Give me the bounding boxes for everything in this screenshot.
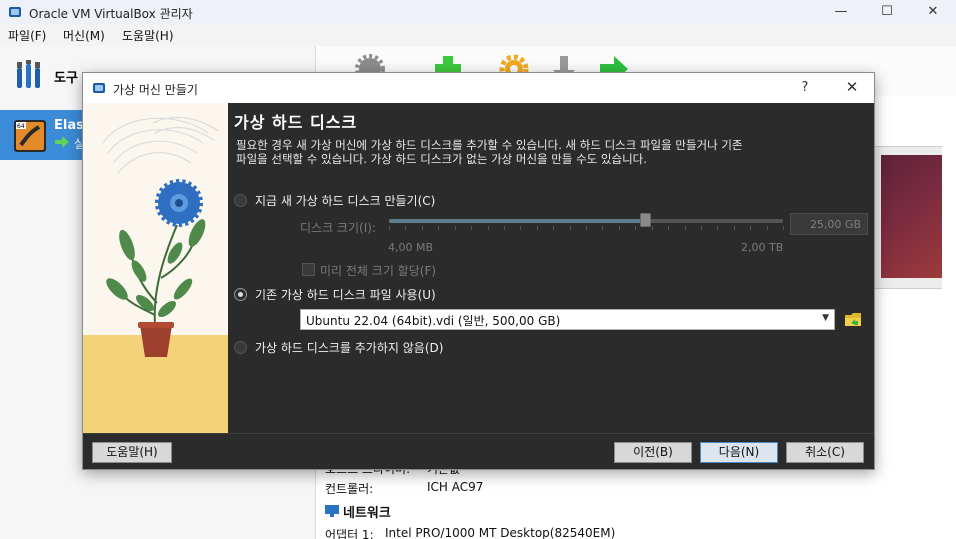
controller-value: ICH AC97 (427, 480, 484, 494)
slider-tick (635, 226, 637, 230)
disk-size-label: 디스크 크기(I): (300, 221, 376, 235)
wizard-illustration (83, 103, 228, 433)
footer-divider (83, 433, 874, 434)
create-vm-dialog: 가상 머신 만들기 ? ✕ 가상 하드 디스크 필요한 경우 새 가상 머신에 … (82, 72, 875, 470)
dialog-title-bar: 가상 머신 만들기 ? ✕ (83, 73, 874, 103)
slider-tick (766, 226, 768, 230)
svg-text:64: 64 (17, 123, 25, 130)
network-heading: 네트워크 (343, 506, 391, 521)
slider-tick (651, 226, 653, 230)
title-bar: Oracle VM VirtualBox 관리자 — ☐ ✕ (0, 0, 956, 24)
slider-tick (700, 226, 702, 230)
adapter-label: 어댑터 1: (325, 528, 374, 539)
dialog-body: 가상 하드 디스크 필요한 경우 새 가상 머신에 가상 하드 디스크를 추가할… (83, 103, 874, 469)
chevron-down-icon: ▼ (822, 313, 829, 323)
choose-disk-folder-icon[interactable] (844, 310, 862, 328)
window-title: Oracle VM VirtualBox 관리자 (29, 7, 193, 21)
back-button[interactable]: 이전(B) (614, 442, 692, 463)
dialog-title: 가상 머신 만들기 (113, 83, 198, 97)
slider-tick (569, 226, 571, 230)
slider-tick (783, 226, 784, 230)
next-button[interactable]: 다음(N) (700, 442, 778, 463)
close-window-button[interactable]: ✕ (910, 0, 956, 24)
slider-tick (602, 226, 604, 230)
virtualbox-logo-icon (9, 7, 21, 17)
running-arrow-icon (55, 136, 69, 148)
minimize-button[interactable]: — (818, 0, 864, 24)
slider-tick (717, 226, 719, 230)
disk-size-slider-handle[interactable] (640, 213, 652, 227)
virtualbox-logo-icon (93, 83, 105, 93)
disk-size-slider-fill (389, 219, 646, 223)
create-new-disk-radio[interactable] (234, 194, 247, 207)
no-disk-radio[interactable] (234, 341, 247, 354)
slider-tick (421, 226, 423, 230)
create-new-disk-label[interactable]: 지금 새 가상 하드 디스크 만들기(C) (255, 192, 435, 209)
use-existing-disk-label[interactable]: 기존 가상 하드 디스크 파일 사용(U) (255, 286, 436, 303)
slider-tick (438, 226, 440, 230)
flower-pot-image (83, 103, 228, 433)
menu-bar: 파일(F) 머신(M) 도움말(H) (0, 24, 956, 46)
vm-name: Elas (54, 118, 84, 133)
slider-tick (503, 226, 505, 230)
network-icon (325, 505, 339, 517)
slider-tick (684, 226, 686, 230)
tools-icon (17, 60, 40, 88)
preallocate-checkbox[interactable] (302, 263, 315, 276)
help-button[interactable]: 도움말(H) (92, 442, 172, 463)
slider-tick (586, 226, 587, 230)
menu-file[interactable]: 파일(F) (8, 27, 46, 44)
slider-tick (405, 226, 407, 230)
slider-tick (536, 226, 538, 230)
slider-tick (618, 226, 620, 230)
tools-label: 도구 (54, 71, 78, 86)
dialog-help-button[interactable]: ? (795, 80, 815, 95)
preallocate-label: 미리 전체 크기 할당(F) (320, 264, 437, 278)
ubuntu-64-vm-icon: 64 (14, 120, 46, 152)
page-title: 가상 하드 디스크 (234, 113, 358, 132)
size-min-label: 4,00 MB (388, 241, 434, 254)
menu-machine[interactable]: 머신(M) (63, 27, 105, 44)
slider-tick (553, 226, 555, 230)
vm-preview (874, 146, 942, 289)
preview-screen (881, 155, 942, 278)
disk-size-slider[interactable] (389, 219, 783, 223)
slider-tick (750, 226, 752, 230)
controller-label: 컨트롤러: (325, 482, 374, 496)
maximize-button[interactable]: ☐ (864, 0, 910, 24)
page-description: 필요한 경우 새 가상 머신에 가상 하드 디스크를 추가할 수 있습니다. 새… (236, 138, 743, 166)
slider-tick (733, 226, 735, 230)
slider-tick (668, 226, 670, 230)
slider-tick (520, 226, 522, 230)
existing-disk-value: Ubuntu 22.04 (64bit).vdi (일반, 500,00 GB) (306, 314, 561, 328)
no-disk-label[interactable]: 가상 하드 디스크를 추가하지 않음(D) (255, 339, 443, 356)
dialog-close-button[interactable]: ✕ (840, 78, 864, 96)
existing-disk-select[interactable]: Ubuntu 22.04 (64bit).vdi (일반, 500,00 GB)… (300, 309, 835, 330)
adapter-value: Intel PRO/1000 MT Desktop(82540EM) (385, 526, 616, 539)
slider-tick (389, 226, 390, 230)
slider-tick (454, 226, 456, 230)
use-existing-disk-radio[interactable] (234, 288, 247, 301)
menu-help[interactable]: 도움말(H) (122, 27, 174, 44)
slider-tick (471, 226, 473, 230)
size-max-label: 2,00 TB (741, 241, 784, 254)
cancel-button[interactable]: 취소(C) (786, 442, 864, 463)
disk-size-input[interactable]: 25,00 GB (790, 213, 868, 235)
slider-tick (487, 226, 489, 230)
